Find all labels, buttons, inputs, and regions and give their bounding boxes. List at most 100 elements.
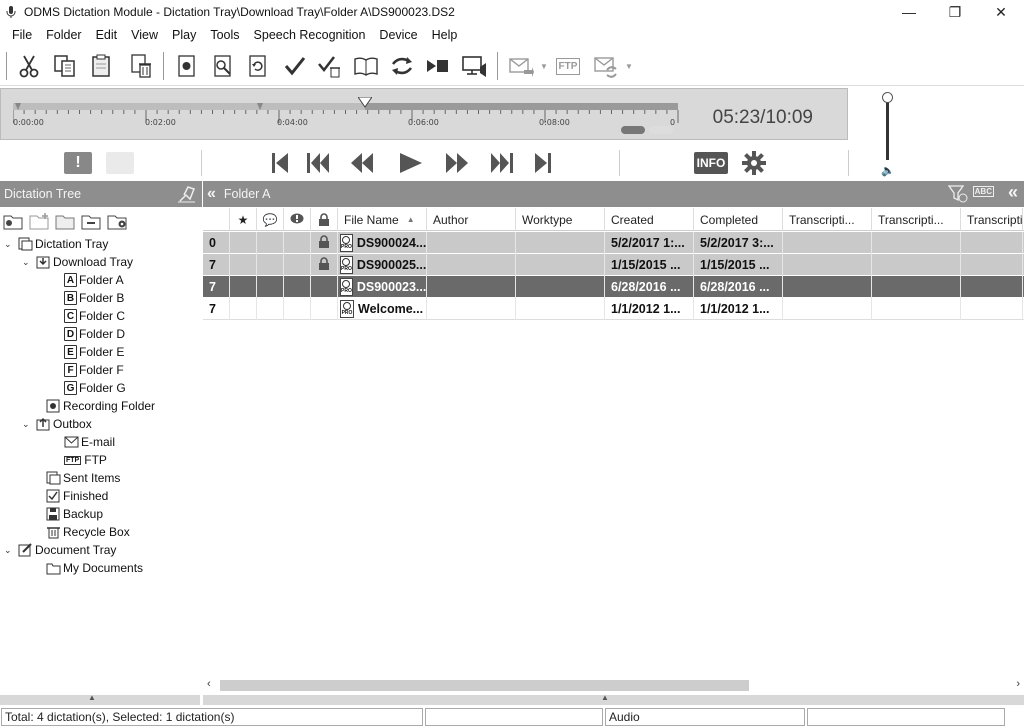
- email-receive-icon[interactable]: [591, 51, 621, 81]
- finish-all-icon[interactable]: [315, 51, 345, 81]
- chevron-down-icon[interactable]: ⌄: [22, 257, 32, 268]
- column-header-created[interactable]: Created: [605, 208, 694, 231]
- tree-node-folder-c[interactable]: C Folder C: [64, 307, 125, 325]
- star-icon[interactable]: ★: [230, 208, 257, 231]
- menu-file[interactable]: File: [0, 28, 39, 42]
- menu-speech-recognition[interactable]: Speech Recognition: [247, 28, 373, 42]
- chevron-up-icon[interactable]: ▲: [88, 693, 96, 702]
- menu-help[interactable]: Help: [425, 28, 465, 42]
- menu-view[interactable]: View: [124, 28, 165, 42]
- delete-icon[interactable]: [126, 51, 156, 81]
- ftp-icon[interactable]: FTP: [553, 51, 583, 81]
- folder-icon[interactable]: [54, 211, 78, 231]
- playhead-marker[interactable]: [358, 97, 373, 113]
- volume-knob[interactable]: [882, 92, 893, 103]
- menu-device[interactable]: Device: [372, 28, 424, 42]
- chevron-down-icon[interactable]: ⌄: [4, 239, 14, 250]
- book-icon[interactable]: [351, 51, 381, 81]
- chevron-up-icon[interactable]: ▲: [601, 693, 609, 702]
- minimize-button[interactable]: —: [886, 0, 932, 24]
- zoom-out-button[interactable]: [621, 126, 645, 134]
- gear-icon[interactable]: [740, 148, 768, 178]
- cut-icon[interactable]: [14, 51, 44, 81]
- fast-forward-icon[interactable]: [443, 148, 471, 178]
- paste-icon[interactable]: [86, 51, 116, 81]
- tree-node-dictation-tray[interactable]: ⌄ Dictation Tray: [4, 235, 108, 253]
- tree-node-sent-items[interactable]: Sent Items: [46, 469, 120, 487]
- info-button[interactable]: INFO: [693, 148, 729, 178]
- menu-tools[interactable]: Tools: [203, 28, 246, 42]
- column-header-author[interactable]: Author: [427, 208, 516, 231]
- alert-comment-icon[interactable]: [284, 208, 311, 231]
- menu-edit[interactable]: Edit: [89, 28, 125, 42]
- tree-node-document-tray[interactable]: ⌄ Document Tray: [4, 541, 116, 559]
- scroll-right-icon[interactable]: ›: [1016, 678, 1020, 690]
- go-to-end-icon[interactable]: [532, 148, 554, 178]
- table-row[interactable]: 0 PRO DS900024... 5/2/2017 1:... 5/2/2017 3:…: [203, 232, 1024, 254]
- dictation-properties-icon[interactable]: [208, 51, 238, 81]
- horizontal-scrollbar[interactable]: ‹ ›: [203, 677, 1024, 694]
- maximize-button[interactable]: ❐: [932, 0, 978, 24]
- add-folder-icon[interactable]: [28, 211, 52, 231]
- menu-folder[interactable]: Folder: [39, 28, 88, 42]
- zoom-in-button[interactable]: [649, 126, 673, 134]
- left-splitter[interactable]: ▲: [0, 693, 200, 705]
- scrollbar-thumb[interactable]: [220, 680, 749, 691]
- tree-node-folder-b[interactable]: B Folder B: [64, 289, 124, 307]
- tree-node-recycle-box[interactable]: Recycle Box: [46, 523, 130, 541]
- tree-node-email[interactable]: E-mail: [64, 433, 115, 451]
- tree-node-my-documents[interactable]: My Documents: [46, 559, 143, 577]
- tree-node-download-tray[interactable]: ⌄ Download Tray: [22, 253, 133, 271]
- table-row[interactable]: 7 PRO Welcome... 1/1/2012 1... 1/1/2012 1...: [203, 298, 1024, 320]
- tree-node-folder-f[interactable]: F Folder F: [64, 361, 124, 379]
- remove-folder-icon[interactable]: [80, 211, 104, 231]
- tree-node-folder-a[interactable]: A Folder A: [64, 271, 124, 289]
- tree-node-folder-g[interactable]: G Folder G: [64, 379, 126, 397]
- table-row[interactable]: 7 PRO DS900025... 1/15/2015 ... 1/15/2015 ..…: [203, 254, 1024, 276]
- finish-icon[interactable]: [280, 51, 310, 81]
- rewind-icon[interactable]: [348, 148, 376, 178]
- collapse-right-icon[interactable]: «: [1008, 182, 1018, 203]
- tree-node-backup[interactable]: Backup: [46, 505, 103, 523]
- sync-icon[interactable]: [387, 51, 417, 81]
- pin-icon[interactable]: [176, 185, 196, 206]
- collapse-left-icon[interactable]: «: [207, 185, 216, 203]
- tree-node-outbox[interactable]: ⌄ Outbox: [22, 415, 92, 433]
- lock-icon[interactable]: [311, 208, 338, 231]
- chevron-down-icon[interactable]: ▼: [540, 62, 548, 71]
- close-button[interactable]: ✕: [978, 0, 1024, 24]
- column-header-priority[interactable]: [203, 208, 230, 231]
- folder-settings-icon[interactable]: [106, 211, 130, 231]
- spellcheck-icon[interactable]: ABC: [972, 186, 994, 197]
- table-row[interactable]: 7 PRO DS900023... 6/28/2016 ... 6/28/2016 ..…: [203, 276, 1024, 298]
- right-splitter[interactable]: ▲: [203, 693, 1024, 705]
- play-stop-icon[interactable]: [423, 51, 453, 81]
- previous-index-icon[interactable]: [304, 148, 332, 178]
- priority-button[interactable]: !: [64, 148, 92, 178]
- record-icon[interactable]: [172, 51, 202, 81]
- display-icon[interactable]: [459, 51, 489, 81]
- column-header-file-name[interactable]: File Name ▲: [338, 208, 427, 231]
- column-header-worktype[interactable]: Worktype: [516, 208, 605, 231]
- tree-node-recording-folder[interactable]: Recording Folder: [46, 397, 155, 415]
- comment-button[interactable]: [106, 148, 134, 178]
- tree-node-folder-d[interactable]: D Folder D: [64, 325, 125, 343]
- menu-play[interactable]: Play: [165, 28, 203, 42]
- go-to-start-icon[interactable]: [268, 148, 292, 178]
- new-folder-icon[interactable]: [2, 211, 26, 231]
- chevron-down-icon[interactable]: ⌄: [22, 419, 32, 430]
- play-icon[interactable]: [396, 148, 424, 178]
- filter-icon[interactable]: [947, 185, 968, 206]
- comment-icon[interactable]: 💬: [257, 208, 284, 231]
- copy-icon[interactable]: [50, 51, 80, 81]
- scroll-left-icon[interactable]: ‹: [207, 678, 211, 690]
- tree-node-finished[interactable]: Finished: [46, 487, 108, 505]
- column-header-transcription-2[interactable]: Transcripti...: [872, 208, 961, 231]
- column-header-completed[interactable]: Completed: [694, 208, 783, 231]
- column-header-transcription-1[interactable]: Transcripti...: [783, 208, 872, 231]
- email-send-icon[interactable]: [506, 51, 536, 81]
- tree-node-folder-e[interactable]: E Folder E: [64, 343, 124, 361]
- next-index-icon[interactable]: [488, 148, 516, 178]
- tree-node-ftp[interactable]: FTP FTP: [64, 451, 107, 469]
- chevron-down-icon[interactable]: ▼: [625, 62, 633, 71]
